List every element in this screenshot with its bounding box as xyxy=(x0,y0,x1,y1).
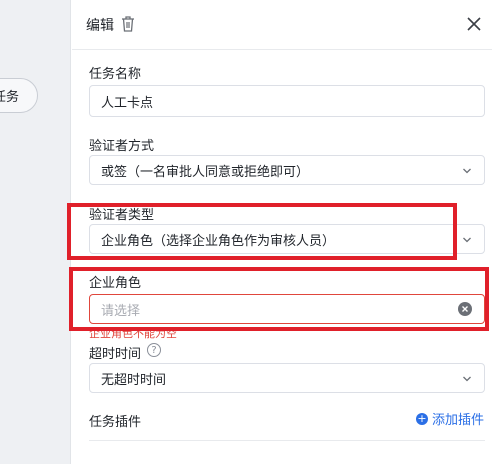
help-icon[interactable]: ? xyxy=(147,343,161,357)
enterprise-role-select[interactable]: 请选择 xyxy=(89,294,485,324)
timeout-select[interactable]: 无超时时间 xyxy=(89,363,485,393)
task-name-label: 任务名称 xyxy=(89,67,142,82)
verifier-method-label: 验证者方式 xyxy=(89,139,155,154)
verifier-type-label: 验证者类型 xyxy=(89,208,155,223)
add-plugin-label: 添加插件 xyxy=(432,413,485,428)
workflow-canvas: 任务 xyxy=(0,0,71,464)
task-node-label: 任务 xyxy=(0,90,19,105)
add-plugin-button[interactable]: + 添加插件 xyxy=(416,409,484,428)
verifier-method-value: 或签（一名审批人同意或拒绝即可） xyxy=(101,164,310,180)
enterprise-role-label: 企业角色 xyxy=(89,276,142,291)
edit-drawer: 编辑 任务名称 人工卡点 验证者方式 或签（一名审批人同意或拒绝即可） 验证者类… xyxy=(72,0,492,464)
task-node[interactable]: 任务 xyxy=(0,78,38,113)
plugins-label: 任务插件 xyxy=(89,415,142,430)
chevron-down-icon xyxy=(463,237,471,243)
close-icon[interactable] xyxy=(464,14,484,34)
trash-icon[interactable] xyxy=(120,15,136,33)
clear-icon[interactable] xyxy=(458,302,472,316)
drawer-title: 编辑 xyxy=(86,18,114,34)
chevron-down-icon xyxy=(463,376,471,382)
enterprise-role-error: 企业角色不能为空 xyxy=(89,327,177,340)
verifier-type-value: 企业角色（选择企业角色作为审核人员） xyxy=(101,233,336,249)
chevron-down-icon xyxy=(463,168,471,174)
task-name-input[interactable]: 人工卡点 xyxy=(89,85,485,117)
task-name-value: 人工卡点 xyxy=(101,95,154,111)
verifier-type-select[interactable]: 企业角色（选择企业角色作为审核人员） xyxy=(89,224,485,254)
plus-circle-icon: + xyxy=(416,411,428,425)
verifier-method-select[interactable]: 或签（一名审批人同意或拒绝即可） xyxy=(89,155,485,185)
drawer-header: 编辑 xyxy=(72,0,492,50)
timeout-label: 超时时间 xyxy=(89,347,142,362)
timeout-value: 无超时时间 xyxy=(101,372,167,388)
enterprise-role-placeholder: 请选择 xyxy=(101,303,141,319)
divider xyxy=(89,440,485,441)
